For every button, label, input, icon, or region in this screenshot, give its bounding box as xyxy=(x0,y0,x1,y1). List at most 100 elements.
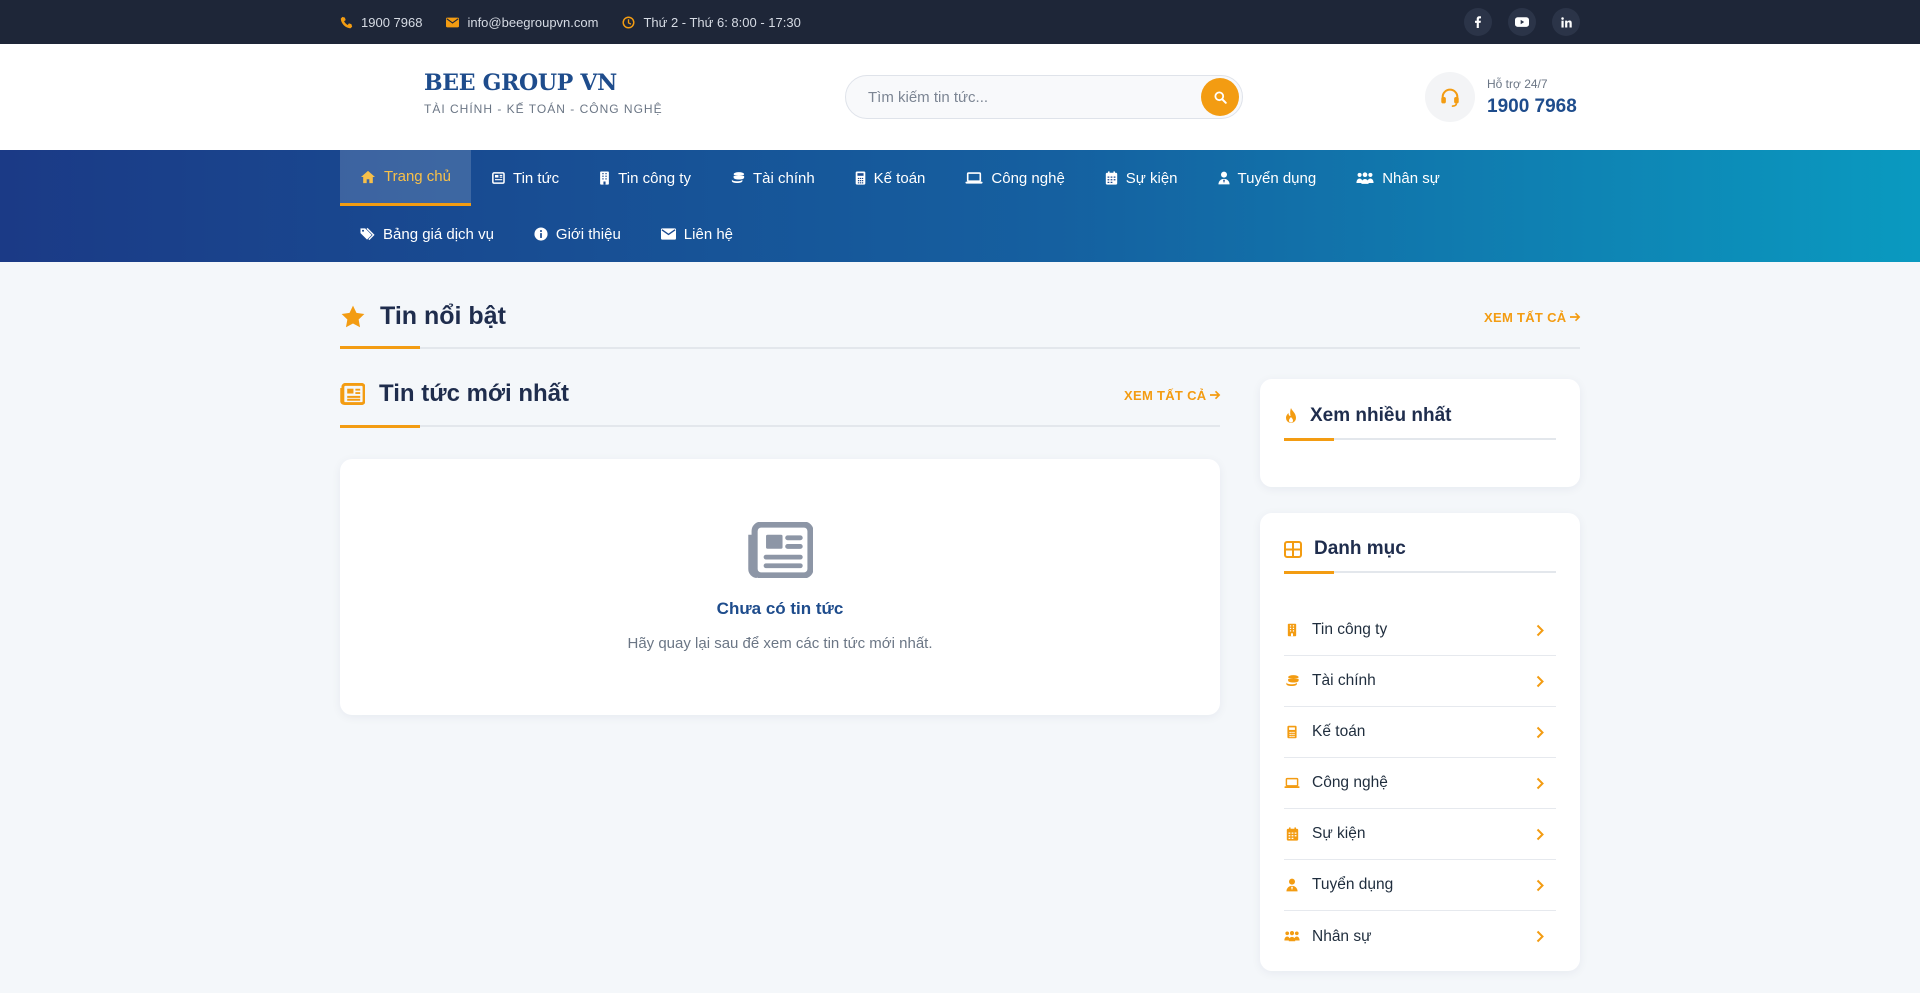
category-item-recruitment[interactable]: Tuyển dụng xyxy=(1284,860,1556,911)
topbar-email[interactable]: info@beegroupvn.com xyxy=(446,15,598,30)
nav-item-technology[interactable]: Công nghệ xyxy=(945,150,1084,206)
nav-row-1: Trang chủ Tin tức Tin công ty Tài chính … xyxy=(340,150,1460,206)
latest-see-all-link[interactable]: XEM TẤT CẢ xyxy=(1124,388,1221,403)
nav-item-events[interactable]: Sự kiện xyxy=(1085,150,1198,206)
laptop-icon xyxy=(965,172,983,184)
featured-title: Tin nổi bật xyxy=(380,302,506,330)
grid-icon xyxy=(1284,540,1302,558)
search-input[interactable] xyxy=(868,88,1201,106)
social-links xyxy=(1464,8,1580,36)
chevron-right-icon xyxy=(1536,777,1544,789)
category-item-company-news[interactable]: Tin công ty xyxy=(1284,605,1556,656)
category-item-events[interactable]: Sự kiện xyxy=(1284,809,1556,860)
support-box[interactable]: Hỗ trợ 24/7 1900 7968 xyxy=(1425,72,1577,122)
nav-item-label: Liên hệ xyxy=(683,225,734,243)
logo-name: BEE GROUP VN xyxy=(424,70,617,96)
arrow-right-icon xyxy=(1210,390,1221,400)
topbar: 1900 7968 info@beegroupvn.com Thứ 2 - Th… xyxy=(0,0,1920,44)
calculator-icon xyxy=(1287,725,1297,739)
latest-see-all-label: XEM TẤT CẢ xyxy=(1124,388,1207,403)
topbar-phone[interactable]: 1900 7968 xyxy=(340,15,422,30)
nav-item-contact[interactable]: Liên hệ xyxy=(641,206,753,262)
most-viewed-title: Xem nhiều nhất xyxy=(1310,405,1452,426)
envelope-icon xyxy=(660,228,676,240)
nav-item-label: Tin tức xyxy=(512,169,560,187)
featured-see-all-label: XEM TẤT CẢ xyxy=(1484,310,1567,325)
star-icon xyxy=(341,305,365,327)
chevron-right-icon xyxy=(1536,726,1544,738)
chevron-right-icon xyxy=(1536,930,1544,943)
latest-section-head: Tin tức mới nhất xyxy=(340,380,569,408)
building-icon xyxy=(1287,623,1297,637)
category-label: Sự kiện xyxy=(1312,825,1366,842)
calendar-icon xyxy=(1286,827,1298,841)
chevron-right-icon xyxy=(1536,879,1544,891)
calendar-icon xyxy=(1105,171,1117,185)
main-nav: Trang chủ Tin tức Tin công ty Tài chính … xyxy=(0,150,1920,262)
nav-item-label: Nhân sự xyxy=(1382,169,1440,187)
empty-subtitle: Hãy quay lại sau để xem các tin tức mới … xyxy=(627,635,933,652)
coins-icon xyxy=(1285,675,1299,686)
youtube-icon[interactable] xyxy=(1508,8,1536,36)
newspaper-icon xyxy=(492,172,505,184)
category-label: Tin công ty xyxy=(1312,621,1388,638)
logo-tagline: TÀI CHÍNH - KẾ TOÁN - CÔNG NGHỆ xyxy=(424,102,663,116)
nav-item-home[interactable]: Trang chủ xyxy=(340,150,471,206)
search-icon xyxy=(1213,90,1227,104)
envelope-icon xyxy=(446,17,460,27)
nav-item-about[interactable]: Giới thiệu xyxy=(514,206,641,262)
featured-see-all-link[interactable]: XEM TẤT CẢ xyxy=(1484,310,1581,325)
nav-item-pricing[interactable]: Bảng giá dịch vụ xyxy=(340,206,514,262)
clock-icon xyxy=(622,15,635,29)
nav-item-finance[interactable]: Tài chính xyxy=(711,150,835,206)
topbar-phone-text: 1900 7968 xyxy=(361,14,423,30)
topbar-hours-text: Thứ 2 - Thứ 6: 8:00 - 17:30 xyxy=(643,14,801,30)
category-list: Tin công ty Tài chính Kế toán Công nghệ xyxy=(1284,605,1556,962)
topbar-email-text: info@beegroupvn.com xyxy=(467,14,599,30)
nav-item-label: Tin công ty xyxy=(618,169,691,187)
users-icon xyxy=(1284,931,1300,942)
newspaper-icon xyxy=(748,521,814,579)
featured-divider xyxy=(340,347,1580,349)
nav-item-recruitment[interactable]: Tuyển dụng xyxy=(1198,150,1337,206)
category-item-technology[interactable]: Công nghệ xyxy=(1284,758,1556,809)
category-label: Nhân sự xyxy=(1312,927,1372,945)
most-viewed-header: Xem nhiều nhất xyxy=(1284,405,1451,427)
phone-icon xyxy=(340,16,353,28)
nav-item-company-news[interactable]: Tin công ty xyxy=(579,150,711,206)
nav-item-label: Trang chủ xyxy=(384,168,451,185)
headset-icon xyxy=(1425,72,1475,122)
category-item-hr[interactable]: Nhân sự xyxy=(1284,911,1556,962)
nav-item-accounting[interactable]: Kế toán xyxy=(835,150,946,206)
newspaper-icon xyxy=(340,383,365,405)
search-button[interactable] xyxy=(1201,78,1239,116)
category-item-accounting[interactable]: Kế toán xyxy=(1284,707,1556,758)
user-tie-icon xyxy=(1286,878,1298,892)
latest-divider xyxy=(340,425,1220,427)
category-item-finance[interactable]: Tài chính xyxy=(1284,656,1556,707)
linkedin-icon[interactable] xyxy=(1552,8,1580,36)
nav-item-label: Tài chính xyxy=(752,169,815,187)
most-viewed-divider-accent xyxy=(1284,438,1334,441)
nav-item-label: Bảng giá dịch vụ xyxy=(383,225,494,243)
nav-item-label: Sự kiện xyxy=(1125,169,1178,187)
featured-divider-accent xyxy=(340,346,420,349)
latest-divider-accent xyxy=(340,425,420,428)
building-icon xyxy=(600,171,610,185)
nav-item-news[interactable]: Tin tức xyxy=(471,150,579,206)
nav-item-label: Giới thiệu xyxy=(555,225,621,243)
categories-header: Danh mục xyxy=(1284,538,1406,560)
facebook-icon[interactable] xyxy=(1464,8,1492,36)
logo[interactable]: BEE GROUP VN TÀI CHÍNH - KẾ TOÁN - CÔNG … xyxy=(424,70,663,116)
site-header: BEE GROUP VN TÀI CHÍNH - KẾ TOÁN - CÔNG … xyxy=(0,44,1920,150)
arrow-right-icon xyxy=(1570,312,1581,322)
category-label: Tài chính xyxy=(1312,672,1376,689)
calculator-icon xyxy=(855,171,865,185)
category-label: Kế toán xyxy=(1312,723,1366,740)
most-viewed-widget: Xem nhiều nhất xyxy=(1260,379,1580,487)
empty-news-card: Chưa có tin tức Hãy quay lại sau để xem … xyxy=(340,459,1220,715)
chevron-right-icon xyxy=(1536,675,1544,687)
nav-item-hr[interactable]: Nhân sự xyxy=(1336,150,1460,206)
info-icon xyxy=(534,227,548,241)
nav-row-2: Bảng giá dịch vụ Giới thiệu Liên hệ xyxy=(340,206,753,262)
